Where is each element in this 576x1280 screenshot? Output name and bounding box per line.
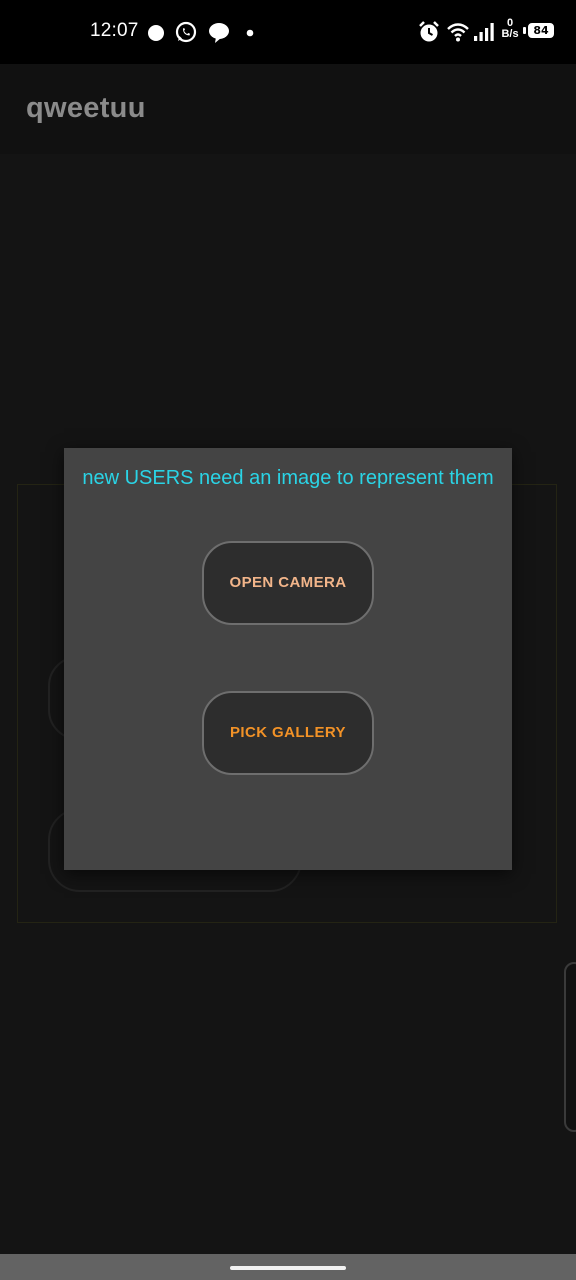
more-dot-icon <box>244 20 256 44</box>
side-panel-handle[interactable] <box>564 962 576 1132</box>
wifi-icon <box>446 20 470 44</box>
app-bar: qweetuu <box>0 64 576 154</box>
dialog-title: new USERS need an image to represent the… <box>82 467 494 489</box>
alarm-icon <box>418 20 440 44</box>
battery-cap <box>523 27 526 34</box>
pick-gallery-button[interactable]: PICK GALLERY <box>202 691 374 775</box>
status-time: 12:07 <box>90 20 139 41</box>
home-gesture-handle[interactable] <box>230 1266 346 1270</box>
network-speed-unit: B/s <box>501 28 519 40</box>
whatsapp-icon <box>174 20 198 44</box>
circle-notification-icon <box>146 20 166 44</box>
image-source-dialog: new USERS need an image to represent the… <box>64 448 512 870</box>
status-bar: 12:07 0 B/s 84 <box>0 0 576 64</box>
signal-icon <box>472 20 496 44</box>
network-speed: 0 B/s <box>497 18 523 40</box>
app-title: qweetuu <box>26 92 146 124</box>
open-camera-button[interactable]: OPEN CAMERA <box>202 541 374 625</box>
battery-icon: 84 <box>528 23 554 38</box>
chat-bubble-icon <box>207 20 231 44</box>
navigation-bar <box>0 1254 576 1280</box>
